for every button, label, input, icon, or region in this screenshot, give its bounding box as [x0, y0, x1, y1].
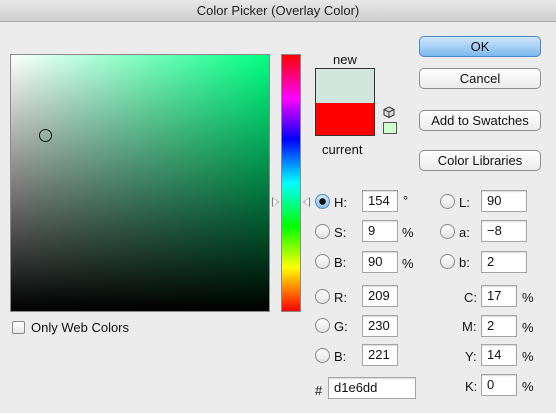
hue-slider-left-arrow-icon[interactable] [272, 197, 279, 207]
yellow-input[interactable]: 14 [481, 344, 517, 366]
saturation-unit: % [402, 225, 414, 240]
hue-unit: ° [403, 193, 409, 208]
green-label: G: [334, 319, 348, 334]
add-to-swatches-button[interactable]: Add to Swatches [419, 110, 541, 131]
lab-l-radio[interactable] [440, 194, 455, 209]
color-picker-dialog: Color Picker (Overlay Color) Only Web Co… [0, 0, 556, 413]
magenta-label: M: [462, 319, 477, 334]
hue-slider[interactable] [281, 54, 301, 312]
new-color-swatch [316, 69, 374, 103]
red-input[interactable]: 209 [362, 285, 398, 307]
yellow-unit: % [522, 349, 534, 364]
saturation-input[interactable]: 9 [362, 220, 398, 242]
black-unit: % [522, 379, 534, 394]
web-safe-color-swatch[interactable] [383, 122, 397, 134]
cyan-input[interactable]: 17 [481, 285, 517, 307]
cyan-unit: % [522, 290, 534, 305]
hex-input[interactable]: d1e6dd [328, 377, 416, 399]
cancel-button[interactable]: Cancel [419, 68, 541, 89]
red-label: R: [334, 290, 347, 305]
color-preview [315, 68, 375, 136]
magenta-unit: % [522, 320, 534, 335]
hue-input[interactable]: 154 [362, 190, 398, 212]
color-libraries-button[interactable]: Color Libraries [419, 150, 541, 171]
magenta-input[interactable]: 2 [481, 315, 517, 337]
lab-b-input[interactable]: 2 [481, 251, 527, 273]
color-field-marker[interactable] [39, 129, 52, 142]
hue-label: H: [334, 195, 347, 210]
out-of-web-gamut-cube-icon[interactable] [383, 106, 395, 118]
brightness-label: B: [334, 255, 347, 270]
hue-slider-right-arrow-icon[interactable] [303, 197, 310, 207]
lab-b-label: b: [459, 255, 470, 270]
green-input[interactable]: 230 [362, 315, 398, 337]
lab-a-input[interactable]: −8 [481, 220, 527, 242]
new-label: new [333, 52, 357, 67]
only-web-colors-label: Only Web Colors [31, 320, 130, 335]
saturation-label: S: [334, 225, 347, 240]
green-radio[interactable] [315, 318, 330, 333]
saturation-radio[interactable] [315, 224, 330, 239]
only-web-colors-option[interactable]: Only Web Colors [12, 320, 129, 335]
current-color-swatch[interactable] [316, 103, 374, 135]
hue-radio[interactable] [315, 194, 330, 209]
brightness-unit: % [402, 256, 414, 271]
brightness-radio[interactable] [315, 254, 330, 269]
yellow-label: Y: [465, 349, 477, 364]
blue-radio[interactable] [315, 348, 330, 363]
blue-input[interactable]: 221 [362, 344, 398, 366]
current-label: current [322, 142, 363, 157]
hex-label: # [315, 383, 323, 398]
red-radio[interactable] [315, 289, 330, 304]
lab-l-input[interactable]: 90 [481, 190, 527, 212]
color-field[interactable] [10, 54, 270, 312]
black-input[interactable]: 0 [481, 374, 517, 396]
ok-button[interactable]: OK [419, 36, 541, 57]
black-label: K: [465, 379, 478, 394]
lab-a-radio[interactable] [440, 224, 455, 239]
lab-l-label: L: [459, 195, 470, 210]
lab-a-label: a: [459, 225, 470, 240]
only-web-colors-checkbox[interactable] [12, 321, 25, 334]
blue-label: B: [334, 349, 347, 364]
window-title: Color Picker (Overlay Color) [0, 0, 556, 22]
brightness-input[interactable]: 90 [362, 251, 398, 273]
cyan-label: C: [464, 290, 477, 305]
lab-b-radio[interactable] [440, 254, 455, 269]
